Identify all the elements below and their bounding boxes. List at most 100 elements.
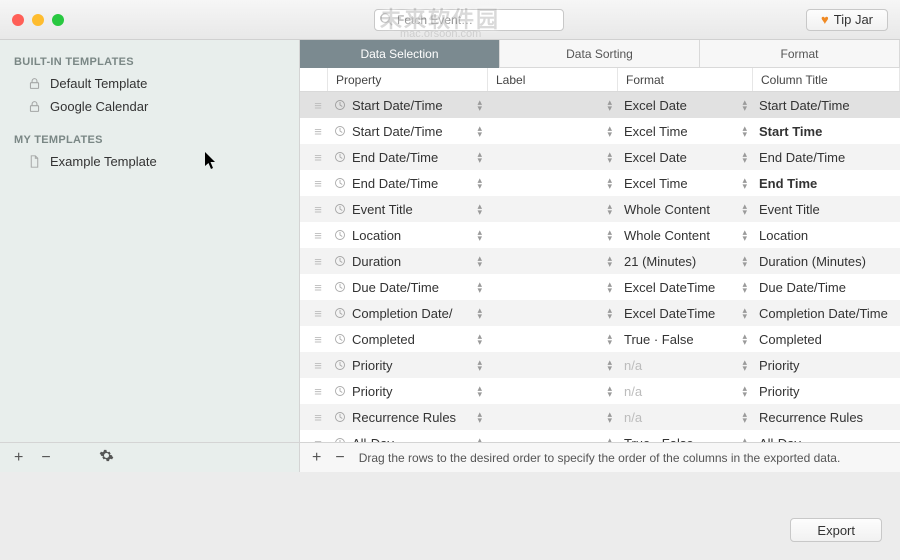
column-title-cell[interactable]: Completed	[753, 326, 900, 352]
stepper-icon[interactable]: ▴▾	[742, 177, 747, 189]
property-cell[interactable]: Event Title▴▾	[328, 196, 488, 222]
header-column-title[interactable]: Column Title	[753, 68, 900, 91]
stepper-icon[interactable]: ▴▾	[607, 333, 612, 345]
property-cell[interactable]: End Date/Time▴▾	[328, 170, 488, 196]
stepper-icon[interactable]: ▴▾	[742, 437, 747, 442]
stepper-icon[interactable]: ▴▾	[607, 151, 612, 163]
stepper-icon[interactable]: ▴▾	[742, 385, 747, 397]
format-cell[interactable]: n/a▴▾	[618, 378, 753, 404]
stepper-icon[interactable]: ▴▾	[477, 333, 482, 345]
label-cell[interactable]: ▴▾	[488, 248, 618, 274]
label-cell[interactable]: ▴▾	[488, 196, 618, 222]
stepper-icon[interactable]: ▴▾	[607, 177, 612, 189]
drag-handle-icon[interactable]: ≡	[300, 92, 328, 118]
drag-handle-icon[interactable]: ≡	[300, 430, 328, 442]
label-cell[interactable]: ▴▾	[488, 274, 618, 300]
format-cell[interactable]: Excel Date▴▾	[618, 144, 753, 170]
drag-handle-icon[interactable]: ≡	[300, 326, 328, 352]
stepper-icon[interactable]: ▴▾	[607, 281, 612, 293]
stepper-icon[interactable]: ▴▾	[477, 307, 482, 319]
format-cell[interactable]: Excel DateTime▴▾	[618, 274, 753, 300]
column-title-cell[interactable]: End Date/Time	[753, 144, 900, 170]
stepper-icon[interactable]: ▴▾	[477, 437, 482, 442]
property-cell[interactable]: End Date/Time▴▾	[328, 144, 488, 170]
stepper-icon[interactable]: ▴▾	[607, 229, 612, 241]
sidebar-item-my-0[interactable]: Example Template	[0, 150, 299, 173]
column-title-cell[interactable]: Completion Date/Time	[753, 300, 900, 326]
stepper-icon[interactable]: ▴▾	[477, 229, 482, 241]
close-window-button[interactable]	[12, 14, 24, 26]
format-cell[interactable]: 21 (Minutes)▴▾	[618, 248, 753, 274]
column-title-cell[interactable]: End Time	[753, 170, 900, 196]
property-cell[interactable]: Priority▴▾	[328, 378, 488, 404]
column-title-cell[interactable]: All-Day	[753, 430, 900, 442]
drag-handle-icon[interactable]: ≡	[300, 300, 328, 326]
stepper-icon[interactable]: ▴▾	[607, 385, 612, 397]
label-cell[interactable]: ▴▾	[488, 118, 618, 144]
stepper-icon[interactable]: ▴▾	[742, 203, 747, 215]
property-cell[interactable]: Start Date/Time▴▾	[328, 92, 488, 118]
stepper-icon[interactable]: ▴▾	[742, 307, 747, 319]
stepper-icon[interactable]: ▴▾	[742, 125, 747, 137]
table-row[interactable]: ≡ All-Day▴▾ ▴▾ True · False▴▾ All-Day	[300, 430, 900, 442]
drag-handle-icon[interactable]: ≡	[300, 352, 328, 378]
header-format[interactable]: Format	[618, 68, 753, 91]
sidebar-item-builtin-0[interactable]: Default Template	[0, 72, 299, 95]
drag-handle-icon[interactable]: ≡	[300, 118, 328, 144]
property-cell[interactable]: Priority▴▾	[328, 352, 488, 378]
sidebar-item-builtin-1[interactable]: Google Calendar	[0, 95, 299, 118]
minimize-window-button[interactable]	[32, 14, 44, 26]
drag-handle-icon[interactable]: ≡	[300, 222, 328, 248]
stepper-icon[interactable]: ▴▾	[477, 359, 482, 371]
property-cell[interactable]: Completed▴▾	[328, 326, 488, 352]
format-cell[interactable]: n/a▴▾	[618, 352, 753, 378]
label-cell[interactable]: ▴▾	[488, 300, 618, 326]
tipjar-button[interactable]: ♥ Tip Jar	[806, 9, 888, 31]
property-cell[interactable]: Completion Date/▴▾	[328, 300, 488, 326]
table-row[interactable]: ≡ Event Title▴▾ ▴▾ Whole Content▴▾ Event…	[300, 196, 900, 222]
column-title-cell[interactable]: Priority	[753, 378, 900, 404]
format-cell[interactable]: Whole Content▴▾	[618, 222, 753, 248]
add-template-button[interactable]: +	[14, 449, 23, 467]
stepper-icon[interactable]: ▴▾	[607, 203, 612, 215]
stepper-icon[interactable]: ▴▾	[742, 411, 747, 423]
remove-template-button[interactable]: −	[41, 449, 50, 467]
stepper-icon[interactable]: ▴▾	[477, 203, 482, 215]
tab-data sorting[interactable]: Data Sorting	[500, 40, 700, 68]
stepper-icon[interactable]: ▴▾	[742, 151, 747, 163]
stepper-icon[interactable]: ▴▾	[607, 307, 612, 319]
table-row[interactable]: ≡ Duration▴▾ ▴▾ 21 (Minutes)▴▾ Duration …	[300, 248, 900, 274]
stepper-icon[interactable]: ▴▾	[607, 359, 612, 371]
table-row[interactable]: ≡ Due Date/Time▴▾ ▴▾ Excel DateTime▴▾ Du…	[300, 274, 900, 300]
stepper-icon[interactable]: ▴▾	[477, 177, 482, 189]
column-title-cell[interactable]: Event Title	[753, 196, 900, 222]
stepper-icon[interactable]: ▴▾	[742, 229, 747, 241]
table-row[interactable]: ≡ End Date/Time▴▾ ▴▾ Excel Date▴▾ End Da…	[300, 144, 900, 170]
add-row-button[interactable]: +	[312, 449, 321, 467]
format-cell[interactable]: Excel Time▴▾	[618, 170, 753, 196]
label-cell[interactable]: ▴▾	[488, 352, 618, 378]
property-cell[interactable]: Due Date/Time▴▾	[328, 274, 488, 300]
stepper-icon[interactable]: ▴▾	[607, 411, 612, 423]
stepper-icon[interactable]: ▴▾	[607, 125, 612, 137]
stepper-icon[interactable]: ▴▾	[477, 99, 482, 111]
column-title-cell[interactable]: Start Time	[753, 118, 900, 144]
column-title-cell[interactable]: Priority	[753, 352, 900, 378]
stepper-icon[interactable]: ▴▾	[742, 255, 747, 267]
format-cell[interactable]: Excel Time▴▾	[618, 118, 753, 144]
format-cell[interactable]: n/a▴▾	[618, 404, 753, 430]
format-cell[interactable]: True · False▴▾	[618, 430, 753, 442]
table-row[interactable]: ≡ Location▴▾ ▴▾ Whole Content▴▾ Location	[300, 222, 900, 248]
property-cell[interactable]: Duration▴▾	[328, 248, 488, 274]
header-property[interactable]: Property	[328, 68, 488, 91]
drag-handle-icon[interactable]: ≡	[300, 404, 328, 430]
label-cell[interactable]: ▴▾	[488, 404, 618, 430]
format-cell[interactable]: Excel DateTime▴▾	[618, 300, 753, 326]
label-cell[interactable]: ▴▾	[488, 144, 618, 170]
format-cell[interactable]: Whole Content▴▾	[618, 196, 753, 222]
table-row[interactable]: ≡ Start Date/Time▴▾ ▴▾ Excel Time▴▾ Star…	[300, 118, 900, 144]
tab-data selection[interactable]: Data Selection	[300, 40, 500, 68]
table-row[interactable]: ≡ Priority▴▾ ▴▾ n/a▴▾ Priority	[300, 352, 900, 378]
drag-handle-icon[interactable]: ≡	[300, 274, 328, 300]
column-title-cell[interactable]: Recurrence Rules	[753, 404, 900, 430]
